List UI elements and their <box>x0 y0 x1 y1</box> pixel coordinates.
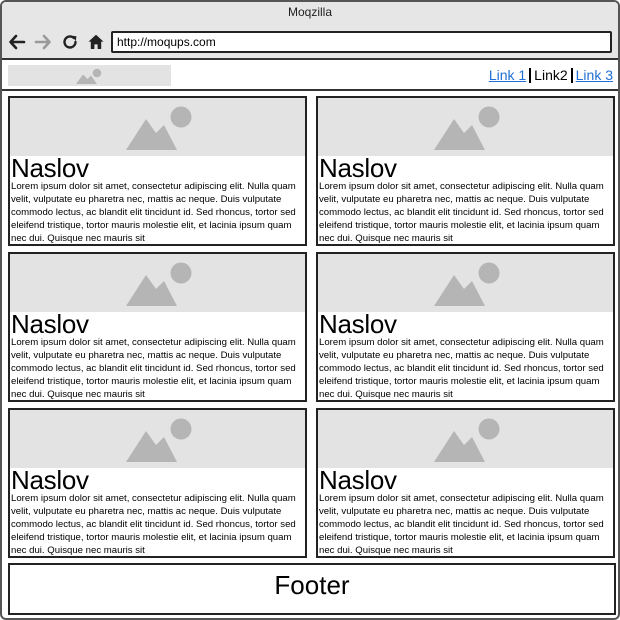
card-text: Lorem ipsum dolor sit amet, consectetur … <box>319 181 604 244</box>
card-text: Lorem ipsum dolor sit amet, consectetur … <box>11 181 296 244</box>
image-placeholder-icon <box>76 68 102 84</box>
arrow-right-icon[interactable] <box>34 33 52 51</box>
image-placeholder-icon <box>126 418 192 462</box>
card-text: Lorem ipsum dolor sit amet, consectetur … <box>11 493 296 556</box>
card-title: Naslov <box>319 465 397 495</box>
card-image <box>318 410 613 468</box>
reload-icon[interactable] <box>61 33 79 51</box>
nav-link-2[interactable]: Link2 <box>534 67 567 83</box>
url-input[interactable]: http://moqups.com <box>111 31 612 53</box>
card-image <box>10 410 305 468</box>
card-title: Naslov <box>11 465 89 495</box>
image-placeholder-icon <box>434 418 500 462</box>
card-image <box>10 98 305 156</box>
card-title: Naslov <box>319 309 397 339</box>
card-text: Lorem ipsum dolor sit amet, consectetur … <box>319 493 604 556</box>
image-placeholder-icon <box>434 106 500 150</box>
card-text: Lorem ipsum dolor sit amet, consectetur … <box>319 337 604 400</box>
logo <box>8 65 171 86</box>
card-text: Lorem ipsum dolor sit amet, consectetur … <box>11 337 296 400</box>
nav-link-3[interactable]: Link 3 <box>576 67 613 83</box>
arrow-left-icon[interactable] <box>8 33 26 51</box>
content-card: Naslov Lorem ipsum dolor sit amet, conse… <box>8 96 307 246</box>
content-card: Naslov Lorem ipsum dolor sit amet, conse… <box>316 408 615 558</box>
home-icon[interactable] <box>87 33 105 51</box>
nav-links: Link 1 Link2 Link 3 <box>489 67 613 83</box>
nav-divider <box>529 67 532 83</box>
content-card: Naslov Lorem ipsum dolor sit amet, conse… <box>316 96 615 246</box>
card-image <box>318 98 613 156</box>
page-footer: Footer <box>8 563 616 615</box>
card-title: Naslov <box>11 309 89 339</box>
image-placeholder-icon <box>434 262 500 306</box>
content-card: Naslov Lorem ipsum dolor sit amet, conse… <box>8 252 307 402</box>
card-title: Naslov <box>319 153 397 183</box>
window-title: Moqzilla <box>2 2 618 24</box>
image-placeholder-icon <box>126 262 192 306</box>
card-image <box>10 254 305 312</box>
browser-toolbar: http://moqups.com <box>2 24 618 60</box>
card-title: Naslov <box>11 153 89 183</box>
content-card: Naslov Lorem ipsum dolor sit amet, conse… <box>8 408 307 558</box>
site-header: Link 1 Link2 Link 3 <box>2 60 618 91</box>
image-placeholder-icon <box>126 106 192 150</box>
content-card: Naslov Lorem ipsum dolor sit amet, conse… <box>316 252 615 402</box>
nav-link-1[interactable]: Link 1 <box>489 67 526 83</box>
card-image <box>318 254 613 312</box>
nav-divider <box>570 67 573 83</box>
browser-window: Moqzilla http://moqups.com Link 1 Link2 … <box>0 0 620 620</box>
